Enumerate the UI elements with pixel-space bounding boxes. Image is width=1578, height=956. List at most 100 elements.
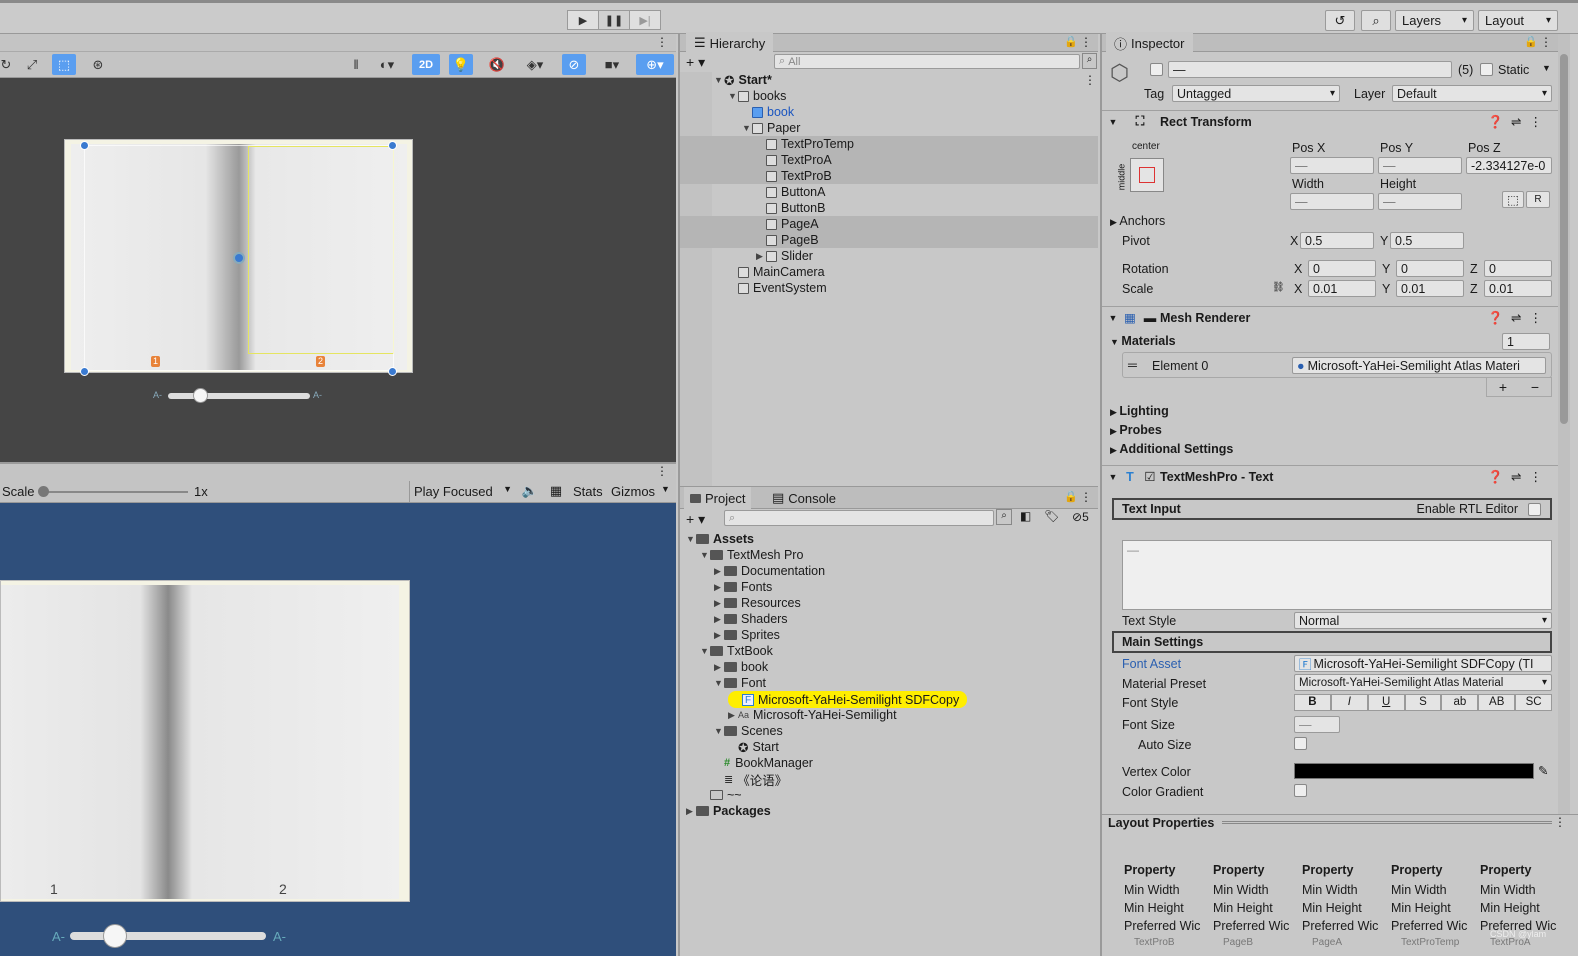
scale-z-field[interactable]: 0.01 [1484,280,1552,297]
mesh-renderer-header[interactable]: ▼ ▦ ▬ Mesh Renderer ❓⇌⋮ [1102,306,1560,328]
posz-field[interactable]: -2.334127e-0 [1466,157,1552,174]
collapsed-icon[interactable]: ▶ [714,582,724,593]
play-button[interactable]: ▶ [567,10,599,30]
enabled-checkbox[interactable]: ☑ [1140,469,1160,484]
rect-transform-header[interactable]: ▼ ⛶ Rect Transform ❓⇌⋮ [1102,110,1560,132]
lighting-foldout[interactable]: ▶ Lighting [1110,404,1169,418]
link-icon[interactable]: ⛓ [1272,282,1285,293]
project-item[interactable]: ▼ TxtBook [700,643,773,659]
collapse-icon[interactable]: ▼ [1106,313,1120,323]
static-checkbox[interactable] [1480,63,1493,76]
collapsed-icon[interactable]: ▶ [714,598,724,609]
game-slider-handle[interactable] [103,924,127,948]
eyedropper-icon[interactable]: ✎ [1538,763,1548,778]
effects-icon[interactable]: ◈▾ [515,54,555,75]
pivot-icon[interactable] [233,252,245,264]
visibility-icon[interactable]: ⊘ [562,54,586,75]
pivot-y-field[interactable]: 0.5 [1390,232,1464,249]
tag-dropdown[interactable]: Untagged [1172,85,1340,102]
project-item[interactable]: F Microsoft-YaHei-Semilight SDFCopy [728,691,968,708]
anchor-preset-button[interactable] [1130,158,1164,192]
project-item[interactable]: ▶ Packages [686,803,771,819]
font-style-button[interactable]: AB [1478,694,1516,711]
project-item[interactable]: ~~ [700,787,742,803]
materials-foldout[interactable]: ▼ Materials [1110,334,1176,348]
expanded-icon[interactable]: ▼ [728,91,738,101]
tmp-header[interactable]: ▼ T ☑ TextMeshPro - Text ❓⇌⋮ [1102,465,1560,487]
more-icon[interactable]: ⋮ [1080,490,1092,504]
font-style-button[interactable]: SC [1515,694,1553,711]
rotation-z-field[interactable]: 0 [1484,260,1552,277]
more-icon[interactable]: ⋮ [656,464,668,478]
hierarchy-item[interactable]: book [742,104,794,120]
game-slider-track[interactable] [70,932,266,940]
blueprint-mode-icon[interactable]: ⬚ [1502,191,1524,208]
lock-icon[interactable]: 🔒 [1064,490,1078,503]
hidden-packages-icon[interactable]: ⊘ 5 [1072,510,1089,524]
probes-foldout[interactable]: ▶ Probes [1110,423,1162,437]
layers-dropdown[interactable]: Layers [1395,10,1474,31]
expanded-icon[interactable]: ▼ [714,678,724,688]
font-asset-field[interactable]: 🄵 Microsoft-YaHei-Semilight SDFCopy (TI [1294,655,1552,672]
hierarchy-item[interactable]: EventSystem [728,280,827,296]
collapsed-icon[interactable]: ▶ [728,710,738,721]
expanded-icon[interactable]: ▼ [686,534,696,544]
collapsed-icon[interactable]: ▶ [714,614,724,625]
hierarchy-item[interactable]: ▶ Slider [756,248,813,264]
stats-button[interactable]: Stats [573,484,603,499]
static-dropdown-icon[interactable]: ▼ [1542,63,1551,73]
gizmos-dropdown-icon[interactable]: ▼ [661,484,670,494]
auto-size-checkbox[interactable] [1294,737,1307,750]
remove-icon[interactable]: − [1531,379,1539,395]
history-icon[interactable]: ↺ [1325,10,1355,31]
step-button[interactable]: ▶| [629,10,661,30]
scene-slider-handle[interactable] [193,388,208,403]
vertex-color-field[interactable] [1294,763,1534,779]
more-icon[interactable]: ⋮ [656,35,668,49]
scene-book[interactable]: 1 2 [64,139,413,376]
color-gradient-checkbox[interactable] [1294,784,1307,797]
create-button[interactable]: + ▾ [686,54,705,71]
width-field[interactable]: — [1290,193,1374,210]
pause-button[interactable]: ❚❚ [598,10,630,30]
project-item[interactable]: ▶ book [714,659,768,675]
mute-audio-icon[interactable]: 🔈 [518,483,542,501]
height-field[interactable]: — [1378,193,1462,210]
more-icon[interactable]: ⋮ [1540,35,1552,49]
project-search-input[interactable]: ⌕ [724,510,994,526]
scale-slider-handle[interactable] [38,486,49,497]
hierarchy-item[interactable]: MainCamera [728,264,825,280]
transform-tool-icon[interactable]: ⊛ [86,54,110,75]
posy-field[interactable]: — [1378,157,1462,174]
element0-field[interactable]: ● Microsoft-YaHei-Semilight Atlas Materi [1292,357,1546,374]
project-item[interactable]: ▶ Documentation [714,563,825,579]
rtl-checkbox[interactable] [1528,503,1541,516]
add-icon[interactable]: + [1499,379,1507,395]
project-item[interactable]: ▶ Fonts [714,579,772,595]
lighting-toggle-icon[interactable]: 💡 [449,54,473,75]
hierarchy-item[interactable]: PageB [756,232,819,248]
hierarchy-item[interactable]: ButtonA [756,184,825,200]
search-icon[interactable]: ⌕ [1361,10,1391,31]
more-icon[interactable]: ⋮ [1080,35,1092,49]
project-item[interactable]: ▶ Sprites [714,627,780,643]
rect-tool-icon[interactable]: ⬚ [52,54,76,75]
project-item[interactable]: ▶ Shaders [714,611,788,627]
expanded-icon[interactable]: ▼ [714,75,724,85]
font-size-field[interactable]: — [1294,716,1340,733]
search-by-type-icon[interactable]: ⌕ [996,509,1012,525]
tab-console[interactable]: ▤ Console [766,487,842,509]
project-item[interactable]: ▶ Aa Microsoft-YaHei-Semilight [728,707,897,723]
scene-slider-track[interactable] [168,393,310,399]
tab-inspector[interactable]: ⓘ Inspector [1106,32,1193,54]
font-style-button[interactable]: I [1330,694,1368,711]
drag-handle-icon[interactable]: ═ [1128,358,1137,372]
lock-icon[interactable]: 🔒 [1524,35,1538,48]
hierarchy-search-input[interactable]: ⌕ All [774,54,1080,69]
scale-x-field[interactable]: 0.01 [1308,280,1376,297]
project-item[interactable]: ▼ Scenes [714,723,783,739]
lock-icon[interactable]: 🔒 [1064,35,1078,48]
additional-settings-foldout[interactable]: ▶ Additional Settings [1110,442,1233,456]
enabled-checkbox[interactable]: ▬ [1140,311,1160,325]
scale-y-field[interactable]: 0.01 [1396,280,1464,297]
